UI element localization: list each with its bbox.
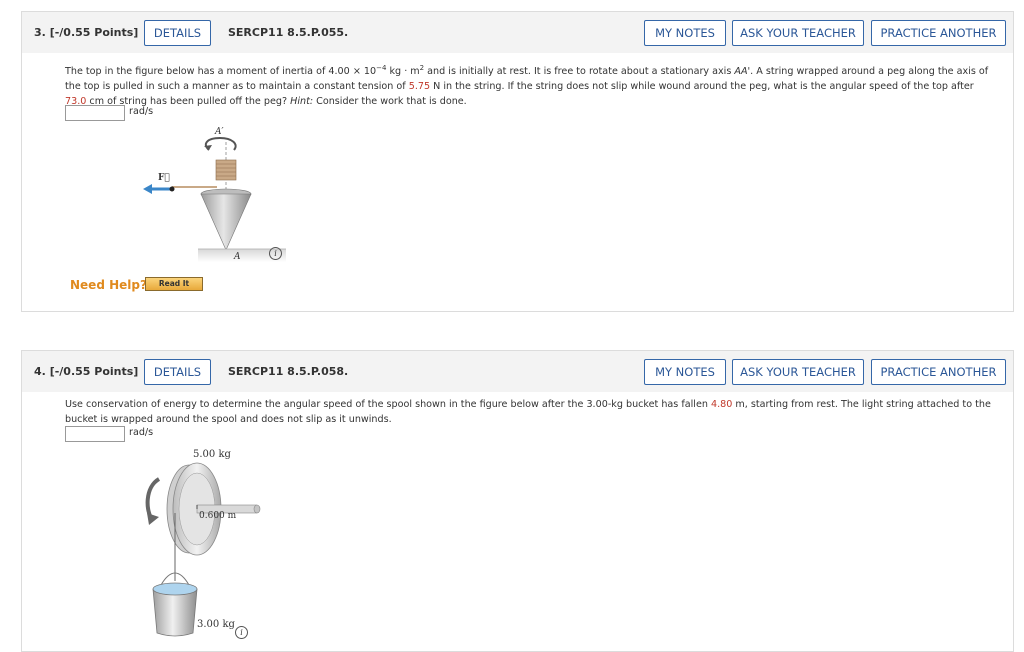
question-4-answer-input[interactable] [65,426,125,442]
question-3-practice-another-button[interactable]: PRACTICE ANOTHER [871,20,1006,46]
question-3-header: 3. [-/0.55 Points] DETAILS SERCP11 8.5.P… [22,12,1013,53]
question-4-unit-label: rad/s [129,427,154,438]
question-3: 3. [-/0.55 Points] DETAILS SERCP11 8.5.P… [21,11,1014,312]
question-4-info-icon[interactable]: i [235,626,248,639]
fall-distance-value: 4.80 [710,399,733,410]
question-4-code: SERCP11 8.5.P.058. [228,365,349,378]
tension-value: 5.75 [408,81,431,93]
bucket-mass-label: 3.00 kg [197,619,236,630]
question-4-practice-another-button[interactable]: PRACTICE ANOTHER [871,359,1006,385]
spinning-top-figure: A′ A F⃗ [143,127,286,262]
radius-label: 0.600 m [199,511,237,521]
question-3-text: The top in the figure below has a moment… [65,64,989,108]
question-3-answer-input[interactable] [65,105,125,121]
label-a: A [233,252,241,262]
peg [215,159,237,181]
spool-mass-label: 5.00 kg [193,449,232,460]
question-4-ask-teacher-button[interactable]: ASK YOUR TEACHER [732,359,864,385]
question-4-my-notes-button[interactable]: MY NOTES [644,359,726,385]
label-a-prime: A′ [214,127,224,137]
question-4-number: 4. [-/0.55 Points] [34,365,139,378]
label-f: F⃗ [158,173,170,183]
spool-bucket-figure: 5.00 kg 0.600 m 3.00 kg [145,449,261,637]
question-3-unit-label: rad/s [129,106,154,117]
top-cone [200,193,252,251]
bucket [152,588,198,637]
question-3-ask-teacher-button[interactable]: ASK YOUR TEACHER [732,20,864,46]
question-3-info-icon[interactable]: i [269,247,282,260]
question-4-details-button[interactable]: DETAILS [144,359,211,385]
need-help-label: Need Help? [70,278,147,292]
rotation-arrow-icon [204,136,237,151]
question-3-details-button[interactable]: DETAILS [144,20,211,46]
read-it-button[interactable]: Read It [145,277,203,291]
question-3-number: 3. [-/0.55 Points] [34,26,139,39]
question-4: 4. [-/0.55 Points] DETAILS SERCP11 8.5.P… [21,350,1014,652]
question-3-my-notes-button[interactable]: MY NOTES [644,20,726,46]
question-3-code: SERCP11 8.5.P.055. [228,26,349,39]
question-4-header: 4. [-/0.55 Points] DETAILS SERCP11 8.5.P… [22,351,1013,392]
question-4-text: Use conservation of energy to determine … [65,399,991,425]
